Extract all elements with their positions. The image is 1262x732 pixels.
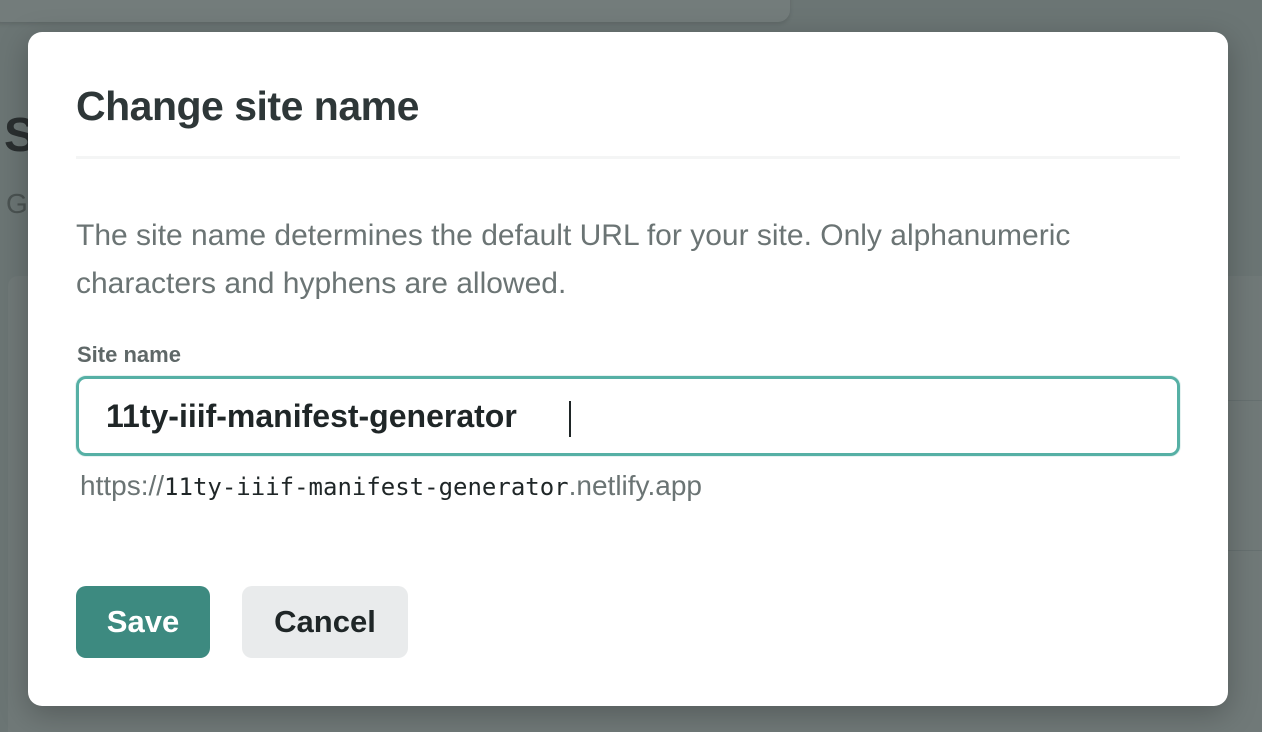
- site-name-label: Site name: [77, 342, 181, 367]
- url-preview: https://11ty-iiif-manifest-generator.net…: [80, 472, 702, 500]
- url-suffix: .netlify.app: [568, 470, 702, 501]
- background-card: [0, 0, 790, 22]
- url-site-name: 11ty-iiif-manifest-generator: [164, 473, 569, 501]
- site-name-input[interactable]: [106, 394, 1146, 438]
- background-page-subtitle: G: [6, 188, 28, 219]
- dialog-divider: [76, 156, 1180, 159]
- dialog-description: The site name determines the default URL…: [76, 219, 1071, 300]
- text-cursor: [569, 401, 571, 437]
- url-prefix: https://: [80, 470, 165, 501]
- background-divider: [1228, 400, 1262, 401]
- dialog-title: Change site name: [76, 83, 419, 129]
- change-site-name-dialog: Change site name The site name determine…: [28, 32, 1228, 706]
- cancel-button[interactable]: Cancel: [242, 586, 408, 658]
- save-button[interactable]: Save: [76, 586, 210, 658]
- background-divider: [1228, 550, 1262, 551]
- site-name-field[interactable]: [76, 376, 1180, 456]
